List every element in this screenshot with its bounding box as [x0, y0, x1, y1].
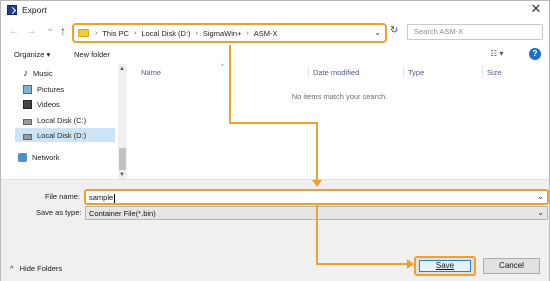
- column-header-date-modified[interactable]: Date modified: [313, 68, 359, 77]
- sidebar-item-label: Local Disk (D:): [37, 130, 87, 140]
- column-header-type[interactable]: Type: [408, 68, 424, 77]
- sort-ascending-icon: ^: [221, 64, 224, 70]
- breadcrumb-separator: ›: [134, 29, 137, 37]
- hide-folders-button[interactable]: ^ Hide Folders: [10, 264, 62, 273]
- music-icon: ♪: [23, 67, 28, 79]
- chevron-up-icon: ^: [10, 264, 14, 273]
- save-button[interactable]: Save: [419, 260, 471, 272]
- breadcrumb-sigmawin[interactable]: SigmaWin+: [203, 29, 242, 38]
- navigation-row: ← → ⌄ ↑ › This PC › Local Disk (D:) › Si…: [1, 19, 549, 47]
- back-arrow-icon[interactable]: ←: [9, 26, 19, 38]
- file-list: Name ^ Date modified Type Size No items …: [129, 64, 549, 179]
- navigation-pane: ♪ Music Pictures Videos Local Disk (C:) …: [1, 64, 127, 179]
- sidebar-item-label: Music: [33, 68, 53, 78]
- save-as-type-label: Save as type:: [36, 208, 82, 217]
- sidebar-item-label: Network: [32, 152, 60, 162]
- column-header-name[interactable]: Name: [141, 68, 161, 77]
- scroll-up-icon[interactable]: ▲: [119, 66, 125, 72]
- breadcrumb-separator: ›: [195, 29, 198, 37]
- sidebar-item-music[interactable]: ♪ Music: [23, 66, 53, 80]
- help-icon[interactable]: ?: [529, 48, 541, 60]
- sidebar-item-pictures[interactable]: Pictures: [23, 82, 64, 96]
- sidebar-item-videos[interactable]: Videos: [23, 97, 60, 111]
- network-icon: [18, 152, 27, 162]
- export-dialog: Export ✕ ← → ⌄ ↑ › This PC › Local Disk …: [0, 0, 550, 281]
- breadcrumb-local-disk-d[interactable]: Local Disk (D:): [141, 29, 190, 38]
- recent-locations-icon[interactable]: ⌄: [46, 23, 54, 35]
- sidebar-item-label: Videos: [37, 99, 60, 109]
- pictures-icon: [23, 84, 32, 94]
- toolbar: Organize ▾ New folder ☷ ▾ ?: [1, 47, 549, 64]
- sidebar-item-local-disk-d[interactable]: Local Disk (D:): [15, 128, 115, 142]
- text-cursor: [114, 193, 116, 203]
- forward-arrow-icon[interactable]: →: [26, 26, 36, 38]
- save-as-type-value: Container File(*.bin): [89, 209, 156, 218]
- file-name-value: sample: [89, 193, 114, 202]
- hide-folders-label: Hide Folders: [19, 264, 63, 273]
- chevron-down-icon[interactable]: ⌄: [537, 192, 544, 201]
- address-bar[interactable]: › This PC › Local Disk (D:) › SigmaWin+ …: [72, 23, 387, 43]
- view-options-icon[interactable]: ☷ ▾: [490, 49, 503, 58]
- sidebar-item-label: Local Disk (C:): [37, 115, 87, 125]
- column-divider[interactable]: [403, 66, 404, 78]
- chevron-down-icon[interactable]: ⌄: [537, 208, 544, 217]
- breadcrumb-asm-x[interactable]: ASM-X: [254, 29, 278, 38]
- close-icon[interactable]: ✕: [529, 2, 543, 16]
- drive-icon: [23, 118, 32, 125]
- sidebar-item-network[interactable]: Network: [18, 150, 60, 164]
- up-arrow-icon[interactable]: ↑: [60, 24, 66, 38]
- new-folder-button[interactable]: New folder: [74, 50, 110, 59]
- breadcrumb-separator: ›: [95, 29, 98, 37]
- file-name-field[interactable]: sample ⌄: [84, 189, 549, 205]
- breadcrumb-this-pc[interactable]: This PC: [102, 29, 129, 38]
- scrollbar-thumb[interactable]: [119, 148, 126, 170]
- window-title: Export: [22, 5, 47, 15]
- save-button-label: Save: [435, 261, 455, 270]
- cancel-button[interactable]: Cancel: [483, 258, 540, 274]
- scroll-down-icon[interactable]: ▼: [119, 172, 125, 178]
- folder-icon: [78, 29, 89, 37]
- organize-button[interactable]: Organize ▾: [14, 50, 50, 59]
- save-as-type-select[interactable]: Container File(*.bin) ⌄: [85, 206, 548, 220]
- sidebar-item-local-disk-c[interactable]: Local Disk (C:): [23, 113, 86, 127]
- search-input[interactable]: Search ASM-X: [407, 24, 543, 40]
- empty-state-message: No items match your search.: [291, 92, 388, 101]
- save-form: File name: sample ⌄ Save as type: Contai…: [1, 179, 549, 281]
- title-bar: Export ✕: [1, 1, 549, 19]
- chevron-down-icon[interactable]: ⌄: [374, 28, 381, 37]
- app-icon: [7, 5, 17, 15]
- save-button-highlight: Save: [414, 256, 476, 276]
- column-header-size[interactable]: Size: [487, 68, 502, 77]
- sidebar-scrollbar[interactable]: ▲ ▼: [118, 64, 127, 179]
- videos-icon: [23, 99, 32, 109]
- file-name-label: File name:: [45, 192, 81, 201]
- column-divider[interactable]: [308, 66, 309, 78]
- breadcrumb-separator: ›: [246, 29, 249, 37]
- column-divider[interactable]: [482, 66, 483, 78]
- drive-icon: [23, 133, 32, 140]
- sidebar-item-label: Pictures: [37, 84, 65, 94]
- refresh-icon[interactable]: ↻: [390, 25, 398, 36]
